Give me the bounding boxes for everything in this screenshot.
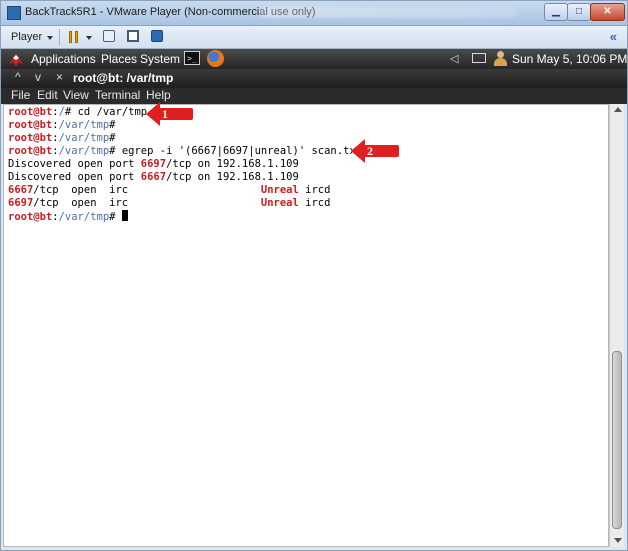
terminal-line-2: root@bt:/var/tmp# [8,119,116,132]
places-menu[interactable]: Places [101,52,137,66]
prompt-hash: # [109,132,116,144]
terminal-cursor [121,210,128,221]
applications-menu[interactable]: Applications [31,52,96,66]
command-text: # egrep -i '(6667|6697|unreal)' scan.txt [109,145,363,157]
terminal-line-9: root@bt:/var/tmp# [8,210,128,223]
player-menu[interactable]: Player [11,31,42,43]
toolbar-divider [59,29,60,45]
unreal-highlight: Unreal [260,197,299,209]
user-icon[interactable] [493,51,507,67]
volume-icon[interactable]: ◁ [450,52,458,65]
player-menu-chevron-down-icon[interactable] [47,36,53,40]
terminal-window-title: root@bt: /var/tmp [73,71,174,85]
port-highlight: 6667 [8,184,34,196]
minimize-button[interactable]: ▁ [544,3,568,21]
mail-icon[interactable] [472,53,486,63]
prompt-dir: /var/tmp [58,132,110,144]
terminal-output-area[interactable]: root@bt:/# cd /var/tmp root@bt:/var/tmp#… [3,104,609,547]
output-suffix: /tcp on 192.168.1.109 [166,171,299,183]
menu-view[interactable]: View [63,88,89,102]
terminal-menubar: File Edit View Terminal Help [1,88,627,104]
player-toolbar: Player « [1,26,627,49]
port-highlight: 6697 [8,197,34,209]
prompt-dir: /var/tmp [58,119,110,131]
callout-arrow-2: 2 [351,139,399,163]
prompt-user: root@bt [8,145,53,157]
output-prefix: Discovered open port [8,158,141,170]
service-text: /tcp open irc [33,184,261,196]
terminal-vertical-scrollbar[interactable] [609,104,624,547]
maximize-button[interactable]: □ [567,3,591,21]
prompt-user: root@bt [8,106,53,118]
system-menu[interactable]: System [140,52,180,66]
terminal-line-3: root@bt:/var/tmp# [8,132,116,145]
scrollbar-thumb[interactable] [612,351,622,529]
unity-icon[interactable] [151,30,163,42]
service-suffix: ircd [298,184,331,196]
scroll-down-arrow-icon[interactable] [614,538,622,543]
prompt-dir: /var/tmp [58,211,110,223]
window-shade-up-icon[interactable]: ^ [15,70,21,84]
collapse-toolbar-icon[interactable]: « [610,29,617,44]
menu-edit[interactable]: Edit [37,88,58,102]
callout-arrowhead [351,139,365,163]
window-close-icon[interactable]: × [56,70,63,84]
blurred-title-region [259,7,517,18]
menu-terminal[interactable]: Terminal [95,88,140,102]
callout-number: 2 [367,144,373,158]
callout-number: 1 [162,107,168,121]
panel-clock[interactable]: Sun May 5, 10:06 PM [512,52,627,66]
port-highlight: 6667 [140,171,167,183]
prompt-user: root@bt [8,132,53,144]
pause-menu-chevron-down-icon[interactable] [86,36,92,40]
terminal-line-6: Discovered open port 6667/tcp on 192.168… [8,171,299,184]
output-prefix: Discovered open port [8,171,141,183]
terminal-line-8: 6697/tcp open irc Unreal ircd [8,197,330,210]
full-screen-icon[interactable] [127,30,139,42]
scroll-up-arrow-icon[interactable] [614,107,622,112]
menu-help[interactable]: Help [146,88,171,102]
terminal-window-titlebar: ^ v × root@bt: /var/tmp [1,69,627,88]
terminal-line-1: root@bt:/# cd /var/tmp [8,106,147,119]
backtrack-dragon-icon[interactable] [7,50,25,68]
vmware-app-icon [7,6,21,20]
service-text: /tcp open irc [33,197,261,209]
vmware-title-bar: BackTrack5R1 - VMware Player (Non-commer… [1,1,627,26]
prompt-user: root@bt [8,211,53,223]
firefox-icon[interactable] [207,50,224,67]
window-menu-chevron-down-icon[interactable]: v [35,70,41,84]
menu-file[interactable]: File [11,88,30,102]
pause-icon[interactable] [69,31,79,43]
port-highlight: 6697 [140,158,167,170]
gnome-top-panel: Applications Places System >_ ◁ Sun May … [1,49,627,69]
prompt-dir: /var/tmp [58,145,110,157]
prompt-user: root@bt [8,119,53,131]
terminal-line-7: 6667/tcp open irc Unreal ircd [8,184,330,197]
close-button[interactable]: ✕ [590,3,625,21]
unreal-highlight: Unreal [260,184,299,196]
command-text: # cd /var/tmp [64,106,148,118]
prompt-hash: # [109,119,116,131]
terminal-line-4: root@bt:/var/tmp# egrep -i '(6667|6697|u… [8,145,362,158]
network-devices-icon[interactable] [103,30,115,42]
terminal-line-5: Discovered open port 6697/tcp on 192.168… [8,158,299,171]
output-suffix: /tcp on 192.168.1.109 [166,158,299,170]
vmware-player-window: BackTrack5R1 - VMware Player (Non-commer… [0,0,628,551]
callout-arrow-1: 1 [146,102,193,126]
callout-arrowhead [146,102,160,126]
service-suffix: ircd [298,197,331,209]
terminal-launcher-icon[interactable]: >_ [184,51,200,65]
